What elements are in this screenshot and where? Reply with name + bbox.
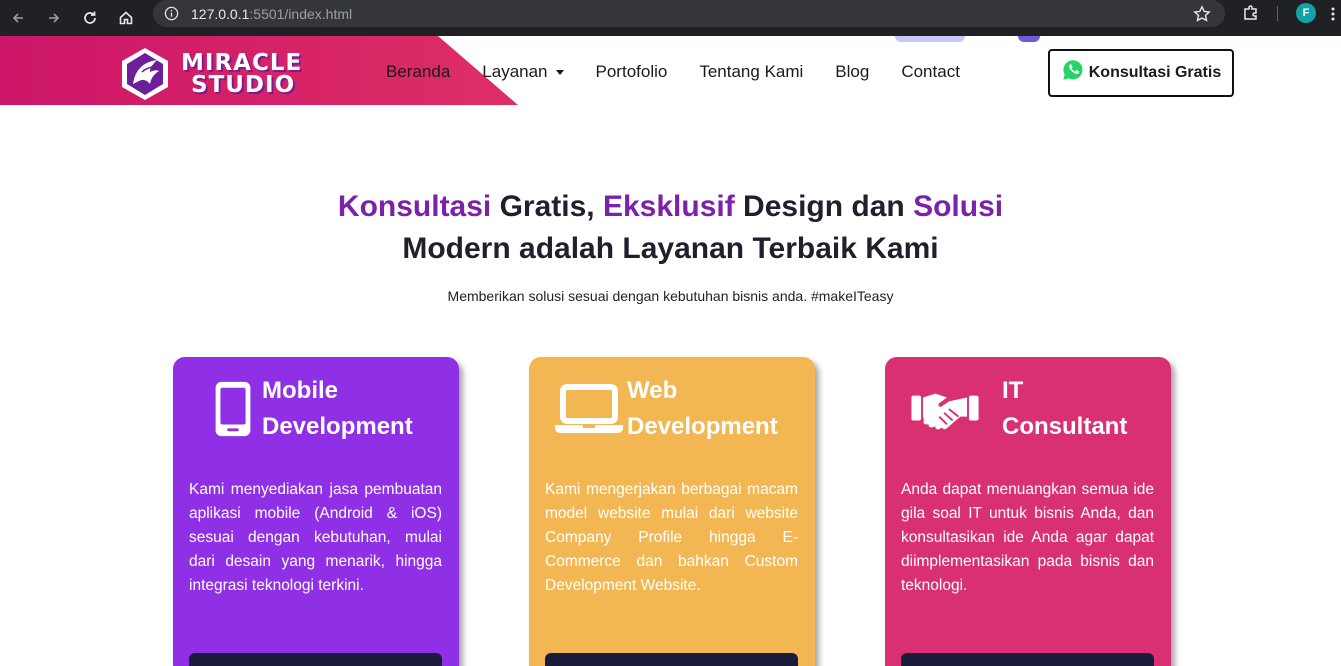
hero-line-2: Modern adalah Layanan Terbaik Kami (402, 232, 939, 265)
whatsapp-icon (1063, 60, 1083, 80)
nav-link-beranda[interactable]: Beranda (386, 62, 450, 82)
extensions-icon[interactable] (1242, 4, 1260, 22)
hero-accent-word: Eksklusif (602, 190, 735, 223)
service-description: Anda dapat menuangkan semua ide gila soa… (901, 481, 1154, 594)
reload-icon[interactable] (72, 0, 108, 36)
smartphone-icon (197, 379, 269, 439)
service-card-it: IT Consultant Anda dapat menuangkan semua… (885, 357, 1171, 666)
service-detail-button[interactable] (545, 653, 798, 666)
forward-icon[interactable] (36, 0, 72, 36)
service-description: Kami mengerjakan berbagai macam model we… (545, 481, 798, 594)
service-detail-button[interactable] (901, 653, 1154, 666)
hero-accent-word: Konsultasi (337, 190, 492, 223)
nav-link-blog[interactable]: Blog (835, 62, 869, 82)
site-header: MIRACLE STUDIO Beranda Layanan Portofoli… (0, 36, 1341, 106)
nav-link-layanan[interactable]: Layanan (482, 62, 564, 82)
logo-emblem-icon (122, 48, 168, 100)
site-info-icon[interactable] (163, 6, 179, 22)
main-navigation: Beranda Layanan Portofolio Tentang Kami … (386, 62, 992, 82)
url-text: 127.0.0.1:5501/index.html (191, 5, 353, 22)
free-consultation-button[interactable]: Konsultasi Gratis (1048, 49, 1234, 97)
site-logo[interactable]: MIRACLE STUDIO (119, 46, 302, 102)
decorative-blob (1018, 36, 1040, 42)
hero-subtitle: Memberikan solusi sesuai dengan kebutuha… (447, 288, 894, 304)
cta-label: Konsultasi Gratis (1088, 64, 1222, 81)
address-bar[interactable]: 127.0.0.1:5501/index.html (153, 0, 1225, 27)
hero-accent-word: Solusi (913, 190, 1004, 223)
service-card-web: Web Development Kami mengerjakan berbagai… (529, 357, 815, 666)
nav-link-contact[interactable]: Contact (901, 62, 960, 82)
dropdown-caret-icon (555, 69, 564, 75)
browser-toolbar: 127.0.0.1:5501/index.html F (0, 0, 1341, 36)
home-icon[interactable] (108, 0, 144, 36)
nav-link-portofolio[interactable]: Portofolio (596, 62, 668, 82)
service-title: IT Consultant (1002, 377, 1128, 440)
hero-text: Gratis, (491, 190, 603, 223)
laptop-icon (553, 379, 625, 439)
service-title: Web Development (627, 377, 778, 440)
decorative-blob (895, 36, 965, 42)
menu-kebab-icon[interactable] (1330, 6, 1336, 22)
hero-text: Design dan (734, 190, 914, 223)
service-card-mobile: Mobile Development Kami menyediakan jasa … (173, 357, 459, 666)
logo-wordmark: MIRACLE STUDIO (181, 50, 303, 98)
bookmark-star-icon[interactable] (1193, 5, 1211, 23)
profile-avatar[interactable]: F (1296, 3, 1316, 23)
service-description: Kami menyediakan jasa pembuatan aplikasi… (189, 481, 442, 594)
hero-heading: Konsultasi Gratis, Eksklusif Design dan … (0, 186, 1341, 270)
back-icon[interactable] (0, 0, 36, 36)
handshake-icon (909, 379, 981, 439)
nav-link-label: Layanan (482, 62, 548, 81)
service-title: Mobile Development (262, 377, 413, 440)
toolbar-divider (1277, 6, 1278, 21)
nav-link-tentang-kami[interactable]: Tentang Kami (699, 62, 803, 82)
service-detail-button[interactable] (189, 653, 442, 666)
